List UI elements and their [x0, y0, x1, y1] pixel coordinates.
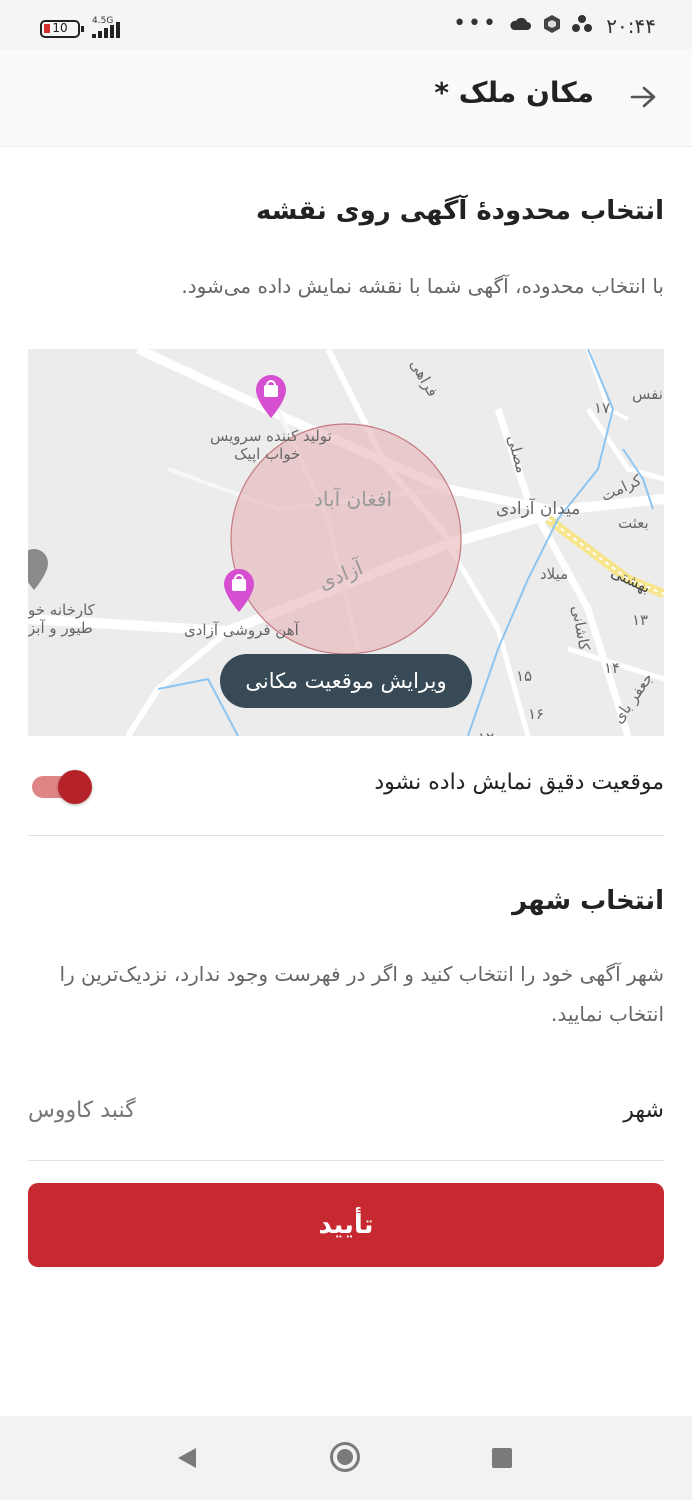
- nav-back-icon[interactable]: [176, 1446, 200, 1470]
- exact-location-toggle[interactable]: [32, 770, 92, 804]
- app-hex-icon: [544, 15, 560, 33]
- map-label-nafas: نفس: [632, 385, 663, 403]
- notification-icons: •••: [453, 11, 592, 36]
- city-field-value[interactable]: گنبد کاووس: [28, 1098, 136, 1123]
- map-label-n16: ۱۶: [528, 705, 545, 723]
- map-label-poi-3b: طیور و آبز: [28, 619, 93, 637]
- confirm-button[interactable]: تأیید: [28, 1183, 664, 1267]
- shopping-bag-icon[interactable]: [222, 567, 256, 613]
- map-label-n13: ۱۳: [632, 611, 649, 629]
- map-label-poi-3: کارخانه خو: [28, 601, 95, 619]
- map-label-n12: ۱۲: [478, 729, 494, 736]
- map-label-beasat: بعثت: [618, 514, 649, 532]
- map-label-square: میدان آزادی: [496, 499, 581, 519]
- nav-home-icon[interactable]: [330, 1442, 360, 1472]
- map-label-poi-2: آهن فروشی آزادی: [184, 621, 299, 639]
- factory-pin-icon[interactable]: [28, 547, 50, 591]
- back-arrow-icon[interactable]: [628, 82, 658, 112]
- map-section-title: انتخاب محدودهٔ آگهی روی نقشه: [256, 196, 664, 226]
- map-label-n15: ۱۵: [516, 667, 533, 685]
- exact-location-toggle-label: موقعیت دقیق نمایش داده نشود: [374, 770, 664, 795]
- city-section-description: شهر آگهی خود را انتخاب کنید و اگر در فهر…: [59, 962, 664, 1026]
- app-header: مکان ملک *: [0, 50, 692, 147]
- edit-location-button[interactable]: ویرایش موقعیت مکانی: [220, 654, 472, 708]
- system-nav-bar: [0, 1416, 692, 1500]
- more-dots-icon: •••: [453, 11, 498, 36]
- nav-recent-icon[interactable]: [492, 1448, 512, 1468]
- city-field-label: شهر: [623, 1098, 664, 1123]
- page-title: مکان ملک *: [434, 76, 594, 109]
- map-label-poi-1: تولید کننده سرویس: [210, 427, 332, 445]
- signal-icon: [92, 22, 120, 38]
- divider: [28, 835, 664, 836]
- cloud-icon: [510, 17, 531, 30]
- app-cluster-icon: [572, 15, 592, 32]
- status-time: ۲۰:۴۴: [606, 14, 656, 38]
- city-section-title: انتخاب شهر: [512, 886, 664, 916]
- toggle-thumb: [58, 770, 92, 804]
- map-label-n14: ۱۴: [604, 659, 621, 677]
- divider: [28, 1160, 664, 1161]
- battery-level: 10: [52, 21, 68, 35]
- map-label-milad: میلاد: [540, 565, 569, 583]
- map-label-area: افغان آباد: [314, 487, 393, 511]
- battery-icon: 10: [40, 20, 84, 38]
- map-section-description: با انتخاب محدوده، آگهی شما با نقشه نمایش…: [181, 274, 664, 298]
- map-view[interactable]: تولید کننده سرویس خواب اپیک آهن فروشی آز…: [28, 349, 664, 736]
- map-label-n17: ۱۷: [594, 399, 611, 417]
- shopping-bag-icon[interactable]: [254, 373, 288, 419]
- status-bar: 10 4.5G ••• ۲۰:۴۴: [0, 0, 692, 50]
- map-label-poi-1b: خواب اپیک: [234, 445, 301, 463]
